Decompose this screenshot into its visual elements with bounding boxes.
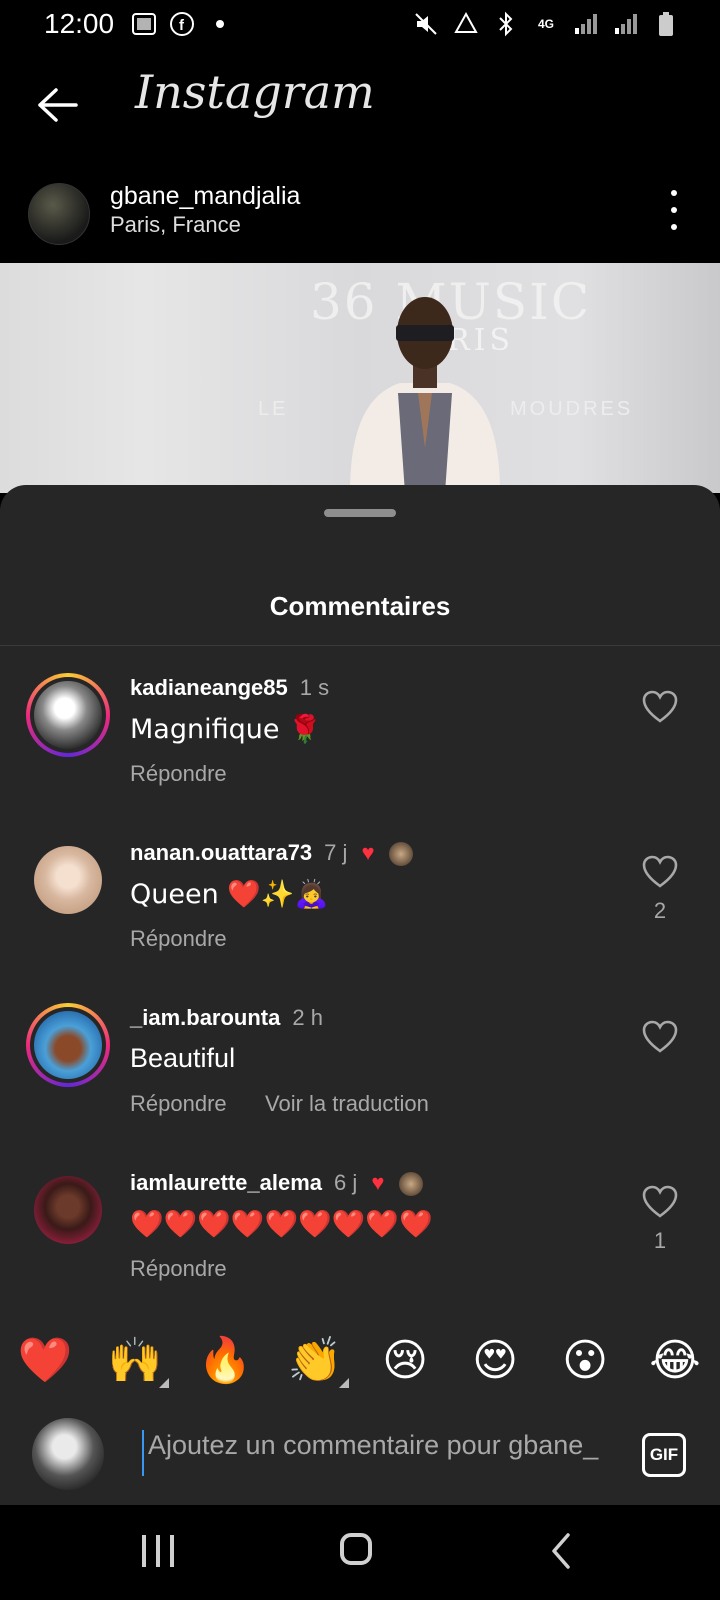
- reply-button[interactable]: Répondre: [130, 926, 227, 952]
- status-time: 12:00: [44, 8, 115, 39]
- status-bar: 12:00 f 4G: [0, 0, 720, 50]
- current-user-avatar: [32, 1418, 104, 1490]
- reply-button[interactable]: Répondre: [130, 761, 227, 787]
- post-image-text-4: MOUDRES: [510, 398, 634, 420]
- signal-2-icon: [612, 10, 640, 38]
- comment-item: _iam.barounta 2 h Beautiful Répondre Voir…: [0, 1003, 720, 1163]
- comment-username[interactable]: _iam.barounta 2 h: [130, 1005, 323, 1031]
- like-heart-icon[interactable]: [640, 1017, 680, 1057]
- home-icon[interactable]: [340, 1533, 372, 1565]
- bluetooth-icon: [492, 10, 520, 38]
- reaction-fire-icon[interactable]: 🔥: [195, 1330, 255, 1390]
- comment-time: 7 j: [324, 840, 348, 865]
- skin-tone-indicator: [339, 1378, 349, 1388]
- network-4g-icon: 4G: [537, 17, 554, 31]
- more-options-icon[interactable]: [668, 190, 680, 230]
- reaction-raised-hands-icon[interactable]: 🙌: [105, 1330, 169, 1390]
- gallery-notification-icon: [130, 10, 158, 38]
- comment-text: Magnifique 🌹: [130, 714, 322, 745]
- reply-button[interactable]: Répondre: [130, 1091, 227, 1117]
- commenter-avatar[interactable]: [26, 1003, 110, 1087]
- author-liked-heart-icon: ♥: [361, 840, 375, 865]
- post-image[interactable]: 36 MUSIC PARIS LE MOUDRES: [0, 263, 720, 493]
- recent-apps-icon[interactable]: [142, 1535, 174, 1567]
- comment-text: Beautiful: [130, 1043, 236, 1073]
- notification-icons: f: [130, 10, 234, 38]
- post-author-row: gbane_mandjalia Paris, France: [0, 170, 720, 260]
- comment-input[interactable]: Ajoutez un commentaire pour gbane_: [142, 1430, 618, 1476]
- skin-tone-indicator: [159, 1378, 169, 1388]
- like-heart-icon[interactable]: [640, 852, 680, 892]
- divider: [0, 645, 720, 646]
- like-count: 2: [653, 898, 667, 923]
- reaction-heart-icon[interactable]: ❤️: [15, 1330, 75, 1390]
- signal-icon: [572, 10, 600, 38]
- comment-time: 2 h: [292, 1005, 323, 1030]
- quick-reactions-bar: ❤️ 🙌 🔥 👏 😢 😍 😮 😂: [0, 1325, 720, 1395]
- comment-time: 6 j: [334, 1170, 358, 1195]
- author-mini-avatar: [398, 1172, 423, 1197]
- sheet-drag-handle[interactable]: [324, 509, 396, 517]
- system-nav-bar: [0, 1505, 720, 1600]
- reaction-surprised-icon[interactable]: 😮: [555, 1330, 615, 1390]
- system-icons: 4G: [412, 10, 680, 38]
- like-count: 1: [653, 1228, 667, 1253]
- reaction-clap-icon[interactable]: 👏: [285, 1330, 349, 1390]
- gif-button[interactable]: GIF: [642, 1433, 686, 1477]
- see-translation-button[interactable]: Voir la traduction: [265, 1091, 429, 1117]
- post-subject-figure: [350, 297, 500, 493]
- commenter-avatar[interactable]: [26, 838, 110, 922]
- reply-button[interactable]: Répondre: [130, 1256, 227, 1282]
- post-location[interactable]: Paris, France: [110, 212, 241, 238]
- sheet-title: Commentaires: [269, 591, 451, 621]
- comment-item: iamlaurette_alema 6 j ♥ ❤️❤️❤️❤️❤️❤️❤️❤️❤…: [0, 1168, 720, 1328]
- nav-back-icon[interactable]: [550, 1531, 572, 1571]
- comment-item: kadianeange85 1 s Magnifique 🌹 Répondre: [0, 673, 720, 833]
- data-saver-icon: [452, 10, 480, 38]
- reaction-laughing-icon[interactable]: 😂: [645, 1330, 705, 1390]
- like-heart-icon[interactable]: [640, 687, 680, 727]
- comment-username[interactable]: kadianeange85 1 s: [130, 675, 329, 701]
- page-title: Instagram: [135, 65, 375, 119]
- reaction-heart-eyes-icon[interactable]: 😍: [465, 1330, 525, 1390]
- author-liked-heart-icon: ♥: [371, 1170, 385, 1195]
- comment-time: 1 s: [299, 675, 330, 700]
- like-heart-icon[interactable]: [640, 1182, 680, 1222]
- svg-text:f: f: [179, 17, 185, 34]
- mute-icon: [412, 10, 440, 38]
- commenter-avatar[interactable]: [26, 673, 110, 757]
- author-avatar[interactable]: [28, 183, 90, 245]
- post-image-text-3: LE: [258, 398, 289, 420]
- back-arrow-icon[interactable]: [30, 80, 80, 130]
- comment-composer: Ajoutez un commentaire pour gbane_ GIF: [0, 1410, 720, 1505]
- battery-icon: [652, 10, 680, 38]
- comment-text: ❤️❤️❤️❤️❤️❤️❤️❤️❤️: [130, 1209, 433, 1240]
- facebook-notification-icon: f: [168, 10, 196, 38]
- commenter-avatar[interactable]: [26, 1168, 110, 1252]
- author-mini-avatar: [388, 842, 413, 867]
- comment-text: Queen ❤️✨🙇‍♀️: [130, 879, 329, 910]
- reaction-crying-icon[interactable]: 😢: [375, 1330, 435, 1390]
- comment-item: nanan.ouattara73 7 j ♥ Queen ❤️✨🙇‍♀️ Répo…: [0, 838, 720, 998]
- app-header: Instagram: [0, 50, 720, 160]
- comment-username[interactable]: iamlaurette_alema 6 j ♥: [130, 1170, 423, 1197]
- more-notifications-dot-icon: [206, 10, 234, 38]
- comment-username[interactable]: nanan.ouattara73 7 j ♥: [130, 840, 413, 867]
- author-username[interactable]: gbane_mandjalia: [110, 182, 300, 211]
